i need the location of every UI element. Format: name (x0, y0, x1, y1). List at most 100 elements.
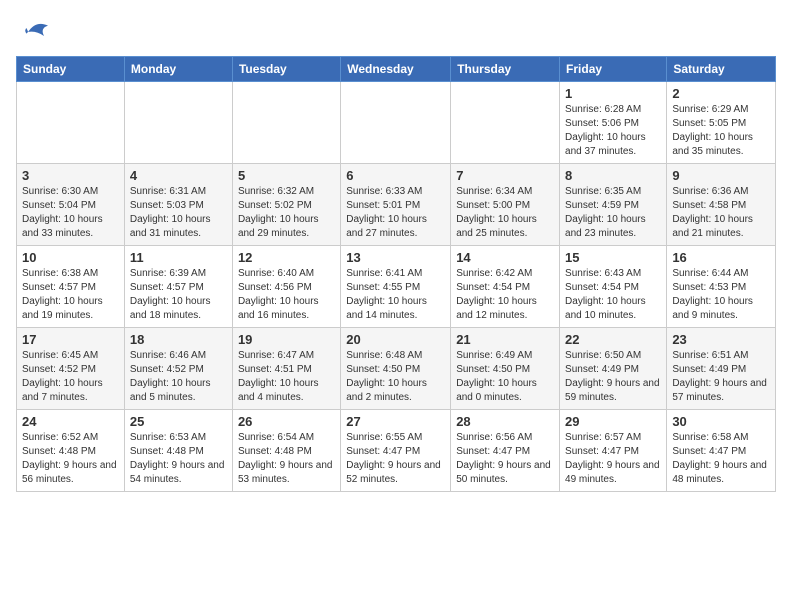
day-number: 25 (130, 414, 227, 429)
day-number: 27 (346, 414, 445, 429)
day-info: Sunrise: 6:49 AM Sunset: 4:50 PM Dayligh… (456, 349, 554, 405)
day-info: Sunrise: 6:48 AM Sunset: 4:50 PM Dayligh… (346, 349, 445, 405)
calendar-cell: 30 Sunrise: 6:58 AM Sunset: 4:47 PM Dayli… (667, 410, 776, 492)
day-number: 16 (672, 250, 770, 265)
day-info: Sunrise: 6:31 AM Sunset: 5:03 PM Dayligh… (130, 185, 227, 241)
day-info: Sunrise: 6:42 AM Sunset: 4:54 PM Dayligh… (456, 267, 554, 323)
day-number: 19 (238, 332, 335, 347)
calendar-table: SundayMondayTuesdayWednesdayThursdayFrid… (16, 56, 776, 492)
day-number: 17 (22, 332, 119, 347)
day-number: 21 (456, 332, 554, 347)
calendar-cell: 13 Sunrise: 6:41 AM Sunset: 4:55 PM Dayli… (341, 246, 451, 328)
calendar-cell: 16Sunrise: 6:44 AM Sunset: 4:53 PM Dayli… (667, 246, 776, 328)
calendar-cell: 2 Sunrise: 6:29 AM Sunset: 5:05 PM Daylig… (667, 82, 776, 164)
day-info: Sunrise: 6:56 AM Sunset: 4:47 PM Dayligh… (456, 431, 554, 487)
calendar-week-row: 3Sunrise: 6:30 AM Sunset: 5:04 PM Daylig… (17, 164, 776, 246)
calendar-cell: 11Sunrise: 6:39 AM Sunset: 4:57 PM Dayli… (124, 246, 232, 328)
calendar-cell: 6 Sunrise: 6:33 AM Sunset: 5:01 PM Daylig… (341, 164, 451, 246)
calendar-cell: 5Sunrise: 6:32 AM Sunset: 5:02 PM Daylig… (232, 164, 340, 246)
day-info: Sunrise: 6:54 AM Sunset: 4:48 PM Dayligh… (238, 431, 335, 487)
day-number: 15 (565, 250, 661, 265)
calendar-cell: 12 Sunrise: 6:40 AM Sunset: 4:56 PM Dayli… (232, 246, 340, 328)
day-info: Sunrise: 6:55 AM Sunset: 4:47 PM Dayligh… (346, 431, 445, 487)
day-number: 24 (22, 414, 119, 429)
calendar-cell: 17 Sunrise: 6:45 AM Sunset: 4:52 PM Dayli… (17, 328, 125, 410)
day-info: Sunrise: 6:33 AM Sunset: 5:01 PM Dayligh… (346, 185, 445, 241)
calendar-cell: 18 Sunrise: 6:46 AM Sunset: 4:52 PM Dayli… (124, 328, 232, 410)
day-number: 12 (238, 250, 335, 265)
day-number: 4 (130, 168, 227, 183)
day-number: 5 (238, 168, 335, 183)
calendar-cell: 19 Sunrise: 6:47 AM Sunset: 4:51 PM Dayli… (232, 328, 340, 410)
day-number: 10 (22, 250, 119, 265)
calendar-cell: 14 Sunrise: 6:42 AM Sunset: 4:54 PM Dayli… (451, 246, 560, 328)
calendar-cell: 24 Sunrise: 6:52 AM Sunset: 4:48 PM Dayli… (17, 410, 125, 492)
day-info: Sunrise: 6:46 AM Sunset: 4:52 PM Dayligh… (130, 349, 227, 405)
logo (16, 16, 52, 48)
calendar-cell: 9 Sunrise: 6:36 AM Sunset: 4:58 PM Daylig… (667, 164, 776, 246)
weekday-header: Monday (124, 57, 232, 82)
calendar-cell: 21 Sunrise: 6:49 AM Sunset: 4:50 PM Dayli… (451, 328, 560, 410)
calendar-cell: 25 Sunrise: 6:53 AM Sunset: 4:48 PM Dayli… (124, 410, 232, 492)
calendar-cell: 29Sunrise: 6:57 AM Sunset: 4:47 PM Dayli… (560, 410, 667, 492)
calendar-week-row: 1Sunrise: 6:28 AM Sunset: 5:06 PM Daylig… (17, 82, 776, 164)
day-info: Sunrise: 6:38 AM Sunset: 4:57 PM Dayligh… (22, 267, 119, 323)
calendar-cell: 1Sunrise: 6:28 AM Sunset: 5:06 PM Daylig… (560, 82, 667, 164)
day-number: 20 (346, 332, 445, 347)
day-info: Sunrise: 6:43 AM Sunset: 4:54 PM Dayligh… (565, 267, 661, 323)
day-info: Sunrise: 6:36 AM Sunset: 4:58 PM Dayligh… (672, 185, 770, 241)
day-info: Sunrise: 6:45 AM Sunset: 4:52 PM Dayligh… (22, 349, 119, 405)
calendar-week-row: 24 Sunrise: 6:52 AM Sunset: 4:48 PM Dayli… (17, 410, 776, 492)
day-info: Sunrise: 6:50 AM Sunset: 4:49 PM Dayligh… (565, 349, 661, 405)
day-info: Sunrise: 6:52 AM Sunset: 4:48 PM Dayligh… (22, 431, 119, 487)
weekday-header: Tuesday (232, 57, 340, 82)
calendar-cell: 27 Sunrise: 6:55 AM Sunset: 4:47 PM Dayli… (341, 410, 451, 492)
day-info: Sunrise: 6:28 AM Sunset: 5:06 PM Dayligh… (565, 103, 661, 159)
day-number: 30 (672, 414, 770, 429)
day-number: 8 (565, 168, 661, 183)
day-number: 18 (130, 332, 227, 347)
calendar-cell: 26 Sunrise: 6:54 AM Sunset: 4:48 PM Dayli… (232, 410, 340, 492)
calendar-cell: 22Sunrise: 6:50 AM Sunset: 4:49 PM Dayli… (560, 328, 667, 410)
logo-bird-icon (20, 16, 52, 48)
day-number: 2 (672, 86, 770, 101)
calendar-cell: 7Sunrise: 6:34 AM Sunset: 5:00 PM Daylig… (451, 164, 560, 246)
day-number: 29 (565, 414, 661, 429)
day-number: 3 (22, 168, 119, 183)
day-number: 26 (238, 414, 335, 429)
weekday-header: Friday (560, 57, 667, 82)
calendar-cell (17, 82, 125, 164)
page-header (16, 16, 776, 48)
calendar-cell (451, 82, 560, 164)
day-info: Sunrise: 6:40 AM Sunset: 4:56 PM Dayligh… (238, 267, 335, 323)
calendar-cell (232, 82, 340, 164)
day-info: Sunrise: 6:47 AM Sunset: 4:51 PM Dayligh… (238, 349, 335, 405)
calendar-cell: 3Sunrise: 6:30 AM Sunset: 5:04 PM Daylig… (17, 164, 125, 246)
day-number: 9 (672, 168, 770, 183)
day-info: Sunrise: 6:41 AM Sunset: 4:55 PM Dayligh… (346, 267, 445, 323)
day-number: 11 (130, 250, 227, 265)
calendar-cell (341, 82, 451, 164)
calendar-cell: 28 Sunrise: 6:56 AM Sunset: 4:47 PM Dayli… (451, 410, 560, 492)
weekday-header: Saturday (667, 57, 776, 82)
day-info: Sunrise: 6:34 AM Sunset: 5:00 PM Dayligh… (456, 185, 554, 241)
day-number: 28 (456, 414, 554, 429)
day-number: 14 (456, 250, 554, 265)
weekday-header: Wednesday (341, 57, 451, 82)
calendar-cell: 10 Sunrise: 6:38 AM Sunset: 4:57 PM Dayli… (17, 246, 125, 328)
day-info: Sunrise: 6:29 AM Sunset: 5:05 PM Dayligh… (672, 103, 770, 159)
calendar-cell: 15 Sunrise: 6:43 AM Sunset: 4:54 PM Dayli… (560, 246, 667, 328)
calendar-cell: 20 Sunrise: 6:48 AM Sunset: 4:50 PM Dayli… (341, 328, 451, 410)
calendar-week-row: 17 Sunrise: 6:45 AM Sunset: 4:52 PM Dayli… (17, 328, 776, 410)
weekday-header-row: SundayMondayTuesdayWednesdayThursdayFrid… (17, 57, 776, 82)
calendar-cell: 4 Sunrise: 6:31 AM Sunset: 5:03 PM Daylig… (124, 164, 232, 246)
calendar-cell (124, 82, 232, 164)
day-info: Sunrise: 6:51 AM Sunset: 4:49 PM Dayligh… (672, 349, 770, 405)
day-number: 23 (672, 332, 770, 347)
calendar-cell: 8Sunrise: 6:35 AM Sunset: 4:59 PM Daylig… (560, 164, 667, 246)
day-number: 13 (346, 250, 445, 265)
day-number: 6 (346, 168, 445, 183)
weekday-header: Sunday (17, 57, 125, 82)
day-info: Sunrise: 6:58 AM Sunset: 4:47 PM Dayligh… (672, 431, 770, 487)
day-info: Sunrise: 6:53 AM Sunset: 4:48 PM Dayligh… (130, 431, 227, 487)
